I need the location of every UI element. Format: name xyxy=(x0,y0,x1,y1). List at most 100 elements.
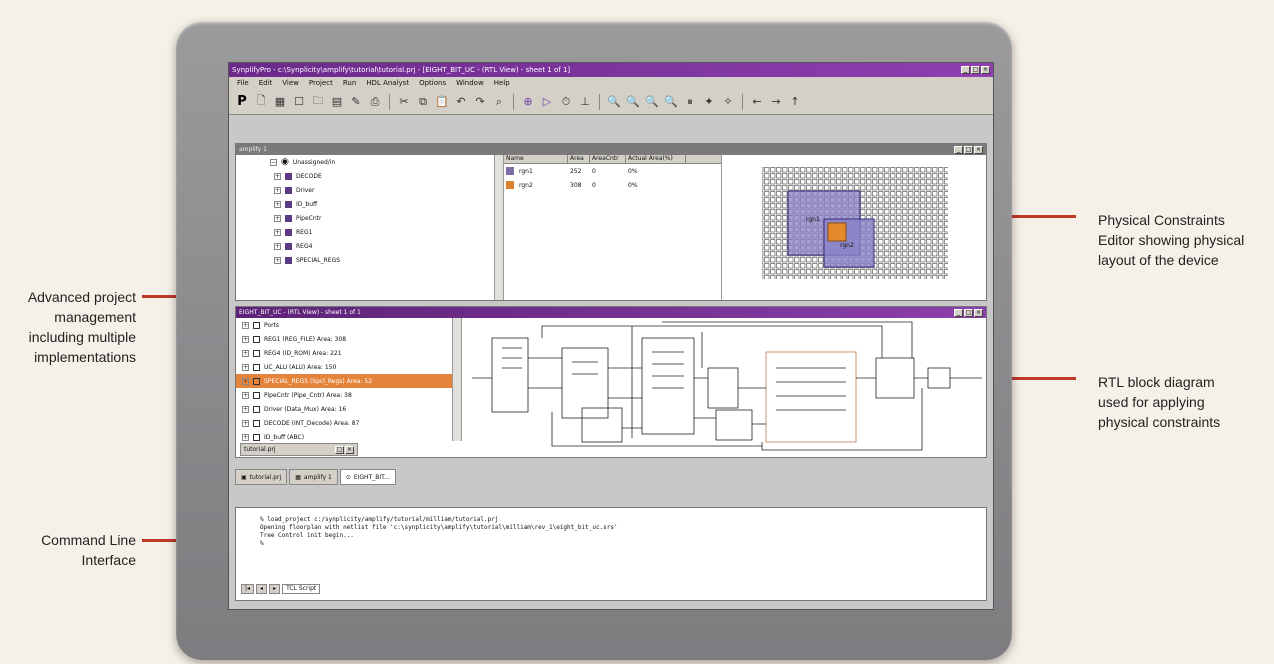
hierarchy-item[interactable]: + REG4 (ID_ROM) Area: 221 xyxy=(236,346,461,360)
menu-hdl-analyst[interactable]: HDL Analyst xyxy=(366,79,409,87)
expand-icon[interactable]: + xyxy=(242,419,249,427)
hierarchy-item[interactable]: + UC_ALU (ALU) Area: 150 xyxy=(236,360,461,374)
pop-icon[interactable]: ✧ xyxy=(721,95,735,109)
undo-icon[interactable]: ↶ xyxy=(454,95,468,109)
up-icon[interactable]: ↑ xyxy=(788,95,802,109)
expand-icon[interactable]: + xyxy=(242,433,249,441)
device-floorplan[interactable]: rgn1 rgn2 xyxy=(722,155,986,300)
zoom-in-icon[interactable]: 🔍 xyxy=(607,95,621,109)
tree-root[interactable]: − ◉ Unassigned/in xyxy=(236,155,503,169)
panel-close-button[interactable]: × xyxy=(974,145,983,154)
redo-icon[interactable]: ↷ xyxy=(473,95,487,109)
expand-icon[interactable]: + xyxy=(242,349,249,357)
tree-item[interactable]: + PipeCntr xyxy=(236,211,503,225)
tree-item[interactable]: + Driver xyxy=(236,183,503,197)
table-row[interactable]: rgn2 308 0 0% xyxy=(504,178,721,192)
tree-item[interactable]: + ID_buff xyxy=(236,197,503,211)
hierarchy-item[interactable]: + DECODE (INT_Decode) Area: 87 xyxy=(236,416,461,430)
menu-run[interactable]: Run xyxy=(343,79,356,87)
expand-icon[interactable]: + xyxy=(274,172,281,180)
expand-icon[interactable]: + xyxy=(242,377,249,385)
panel-maximize-button[interactable]: □ xyxy=(964,308,973,317)
tree-item[interactable]: + REG1 xyxy=(236,225,503,239)
disk-icon[interactable]: ▤ xyxy=(330,95,344,109)
expand-icon[interactable]: + xyxy=(242,391,249,399)
instance-tree: − ◉ Unassigned/in + DECODE + Driver + ID_buff… xyxy=(236,155,504,300)
rtl-block xyxy=(875,357,915,399)
collapse-icon[interactable]: − xyxy=(270,158,277,166)
notes-icon[interactable]: ✎ xyxy=(349,95,363,109)
constraint-icon[interactable]: ⊥ xyxy=(578,95,592,109)
hierarchy-scrollbar[interactable] xyxy=(452,318,461,441)
menu-window[interactable]: Window xyxy=(456,79,484,87)
open-folder-icon[interactable]: 🗀 xyxy=(311,94,325,109)
module-icon xyxy=(253,335,260,343)
new-file-icon[interactable]: 🗋 xyxy=(254,94,268,109)
panel-maximize-button[interactable]: □ xyxy=(964,145,973,154)
nav-first-button[interactable]: |◂ xyxy=(241,584,255,594)
table-row[interactable]: rgn1 252 0 0% xyxy=(504,164,721,178)
expand-icon[interactable]: + xyxy=(242,321,249,329)
expand-icon[interactable]: + xyxy=(274,200,281,208)
expand-icon[interactable]: + xyxy=(274,186,281,194)
menu-edit[interactable]: Edit xyxy=(259,79,273,87)
expand-icon[interactable]: + xyxy=(242,335,249,343)
tab-tcl-script[interactable]: TCL Script xyxy=(282,584,321,594)
expand-icon[interactable]: + xyxy=(274,214,281,222)
rtl-schematic[interactable] xyxy=(462,318,986,457)
menu-project[interactable]: Project xyxy=(309,79,333,87)
tree-scrollbar[interactable] xyxy=(494,155,503,300)
expand-icon[interactable]: + xyxy=(274,242,281,250)
hierarchy-item[interactable]: + Ports xyxy=(236,318,461,332)
tree-item[interactable]: + REG4 xyxy=(236,239,503,253)
restore-button[interactable]: □ xyxy=(335,445,344,454)
zoom-out-icon[interactable]: 🔍 xyxy=(626,95,640,109)
expand-icon[interactable]: + xyxy=(242,405,249,413)
tab-rtl-view[interactable]: ⊙ EIGHT_BIT... xyxy=(339,469,396,485)
panel-close-button[interactable]: × xyxy=(345,445,354,454)
panel-minimize-button[interactable]: _ xyxy=(954,145,963,154)
zoom-full-icon[interactable]: 🔍 xyxy=(664,95,678,109)
forward-icon[interactable]: → xyxy=(769,95,783,109)
copy-icon[interactable]: ⧉ xyxy=(416,95,430,109)
hierarchy-item[interactable]: + PipeCntr (Pipe_Cntr) Area: 38 xyxy=(236,388,461,402)
save-icon[interactable]: ▦ xyxy=(273,95,287,109)
hierarchy-item[interactable]: + SPECIAL_REGS (Spcl_Regs) Area: 52 xyxy=(236,374,461,388)
minimize-button[interactable]: _ xyxy=(961,66,970,74)
push-icon[interactable]: ✦ xyxy=(702,95,716,109)
hierarchy-item[interactable]: + ID_buff (ABC) xyxy=(236,430,461,444)
menu-options[interactable]: Options xyxy=(419,79,446,87)
timer-icon[interactable]: ⏱ xyxy=(559,95,573,109)
panel-close-button[interactable]: × xyxy=(974,308,983,317)
project-icon[interactable]: P xyxy=(235,94,249,109)
panel-minimize-button[interactable]: _ xyxy=(954,308,963,317)
nav-prev-button[interactable]: ◂ xyxy=(256,584,268,594)
menu-help[interactable]: Help xyxy=(494,79,510,87)
menu-view[interactable]: View xyxy=(282,79,299,87)
back-icon[interactable]: ← xyxy=(750,95,764,109)
find-icon[interactable]: ⌕ xyxy=(492,95,506,109)
close-button[interactable]: × xyxy=(981,66,990,74)
paste-icon[interactable]: 📋 xyxy=(435,95,449,109)
expand-icon[interactable]: + xyxy=(274,228,281,236)
maximize-button[interactable]: □ xyxy=(971,66,980,74)
expand-icon[interactable]: + xyxy=(242,363,249,371)
hierarchy-item[interactable]: + Driver (Data_Mux) Area: 16 xyxy=(236,402,461,416)
tab-amplify[interactable]: ▦ amplify 1 xyxy=(289,469,338,485)
cut-icon[interactable]: ✂ xyxy=(397,95,411,109)
pause-icon[interactable]: ⏸ xyxy=(683,95,697,109)
tree-item[interactable]: + DECODE xyxy=(236,169,503,183)
compile-icon[interactable]: ⊕ xyxy=(521,95,535,109)
tree-item[interactable]: + SPECIAL_REGS xyxy=(236,253,503,267)
zoom-fit-icon[interactable]: 🔍 xyxy=(645,95,659,109)
expand-icon[interactable]: + xyxy=(274,256,281,264)
run-icon[interactable]: ▷ xyxy=(540,95,554,109)
nav-next-button[interactable]: ▸ xyxy=(269,584,281,594)
hierarchy-item[interactable]: + REG1 (REG_FILE) Area: 308 xyxy=(236,332,461,346)
new-window-icon[interactable]: ☐ xyxy=(292,95,306,109)
minimized-window[interactable]: tutorial.prj □ × xyxy=(240,443,358,456)
command-line-console[interactable]: % load_project c:/synplicity/amplify/tut… xyxy=(235,507,987,601)
print-icon[interactable]: ⎙ xyxy=(368,95,382,109)
tab-project[interactable]: ▣ tutorial.prj xyxy=(235,469,288,485)
menu-file[interactable]: File xyxy=(237,79,249,87)
